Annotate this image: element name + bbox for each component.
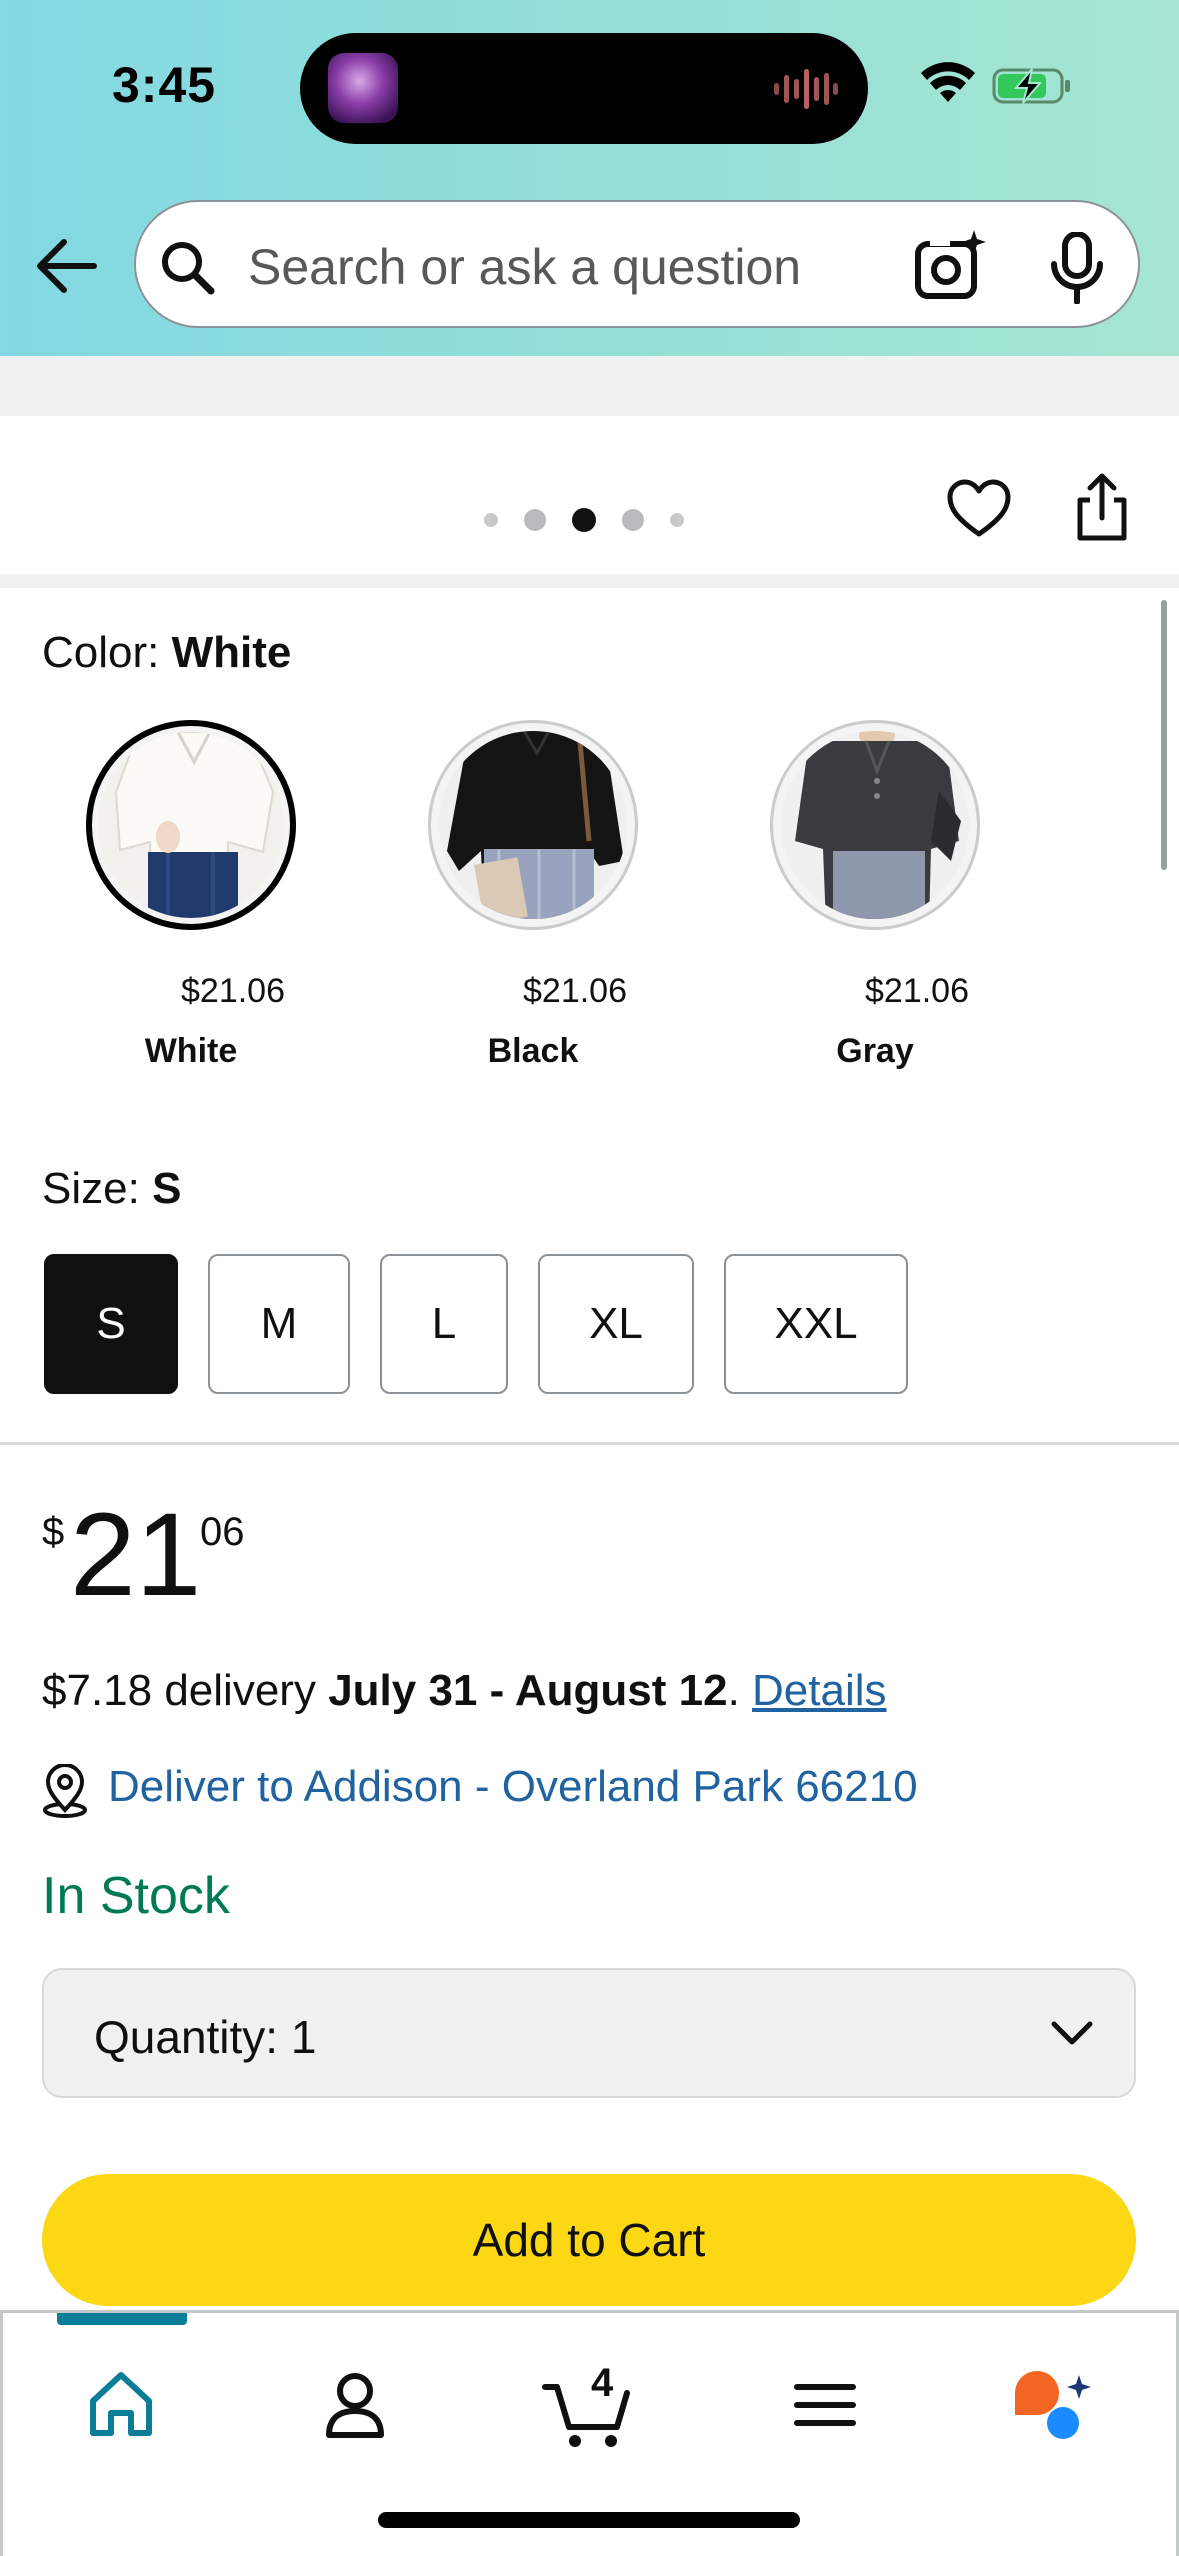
search-input[interactable]: Search or ask a question	[248, 238, 801, 296]
location-pin-icon	[43, 1764, 87, 1818]
color-option-name: White	[144, 1032, 238, 1070]
ai-assistant-icon	[1015, 2371, 1091, 2439]
dynamic-island	[300, 33, 868, 144]
stock-status: In Stock	[42, 1867, 230, 1925]
price-whole: 21	[70, 1489, 202, 1621]
size-selected-value: S	[152, 1164, 182, 1213]
status-time: 3:45	[112, 57, 217, 113]
search-icon	[162, 242, 215, 295]
quantity-label-text: Quantity:	[94, 2011, 279, 2063]
battery-charging-icon	[992, 68, 1070, 104]
back-arrow-icon[interactable]	[34, 236, 98, 296]
delivery-info: $7.18 delivery July 31 - August 12. Deta…	[42, 1666, 887, 1716]
tab-cart[interactable]: 4	[539, 2353, 639, 2453]
size-option-s[interactable]: S	[44, 1254, 178, 1394]
deliver-to-location-link[interactable]: Deliver to Addison - Overland Park 66210	[108, 1762, 918, 1812]
price-currency-symbol: $	[42, 1510, 65, 1554]
chevron-down-icon	[1051, 2021, 1093, 2045]
person-icon	[326, 2373, 384, 2438]
share-icon[interactable]	[1072, 472, 1132, 542]
quantity-selector[interactable]: Quantity: 1	[42, 1968, 1136, 2098]
home-icon	[90, 2372, 152, 2436]
delivery-details-link[interactable]: Details	[752, 1666, 887, 1715]
black-sweater-thumbnail	[439, 731, 627, 919]
gray-sweater-thumbnail	[781, 731, 969, 919]
image-gallery-controls	[0, 416, 1179, 574]
wishlist-heart-icon[interactable]	[946, 478, 1012, 540]
active-tab-indicator	[57, 2313, 187, 2325]
size-option-m[interactable]: M	[208, 1254, 350, 1394]
tab-home[interactable]	[71, 2353, 171, 2453]
cart-icon	[542, 2384, 630, 2447]
size-option-l[interactable]: L	[380, 1254, 508, 1394]
color-swatch-image[interactable]	[428, 720, 638, 930]
delivery-fee: $7.18 delivery	[42, 1666, 316, 1715]
quantity-value: 1	[290, 2011, 317, 2063]
size-label: Size: S	[42, 1164, 181, 1214]
carousel-dot[interactable]	[670, 513, 684, 527]
size-option-xxl[interactable]: XXL	[724, 1254, 908, 1394]
white-sweater-thumbnail	[98, 732, 284, 918]
audio-waveform-icon	[774, 69, 838, 109]
section-divider	[0, 1442, 1179, 1445]
wifi-icon	[921, 62, 975, 102]
price-fraction: 06	[200, 1510, 245, 1554]
carousel-dot[interactable]	[622, 509, 644, 531]
scrollbar[interactable]	[1161, 600, 1167, 870]
color-label-text: Color:	[42, 628, 160, 677]
carousel-dot[interactable]	[524, 509, 546, 531]
add-to-cart-button[interactable]: Add to Cart	[42, 2174, 1136, 2306]
microphone-icon[interactable]	[1048, 232, 1106, 304]
carousel-dots	[484, 504, 710, 536]
size-option-xl[interactable]: XL	[538, 1254, 694, 1394]
camera-search-icon[interactable]	[914, 228, 988, 302]
color-option-name: Black	[487, 1032, 579, 1070]
search-bar[interactable]: Search or ask a question	[134, 200, 1140, 328]
section-divider	[0, 574, 1179, 588]
carousel-dot-active[interactable]	[572, 508, 596, 532]
color-swatch-image[interactable]	[86, 720, 296, 930]
tab-rufus-assistant[interactable]	[1007, 2353, 1107, 2453]
color-swatch-image[interactable]	[770, 720, 980, 930]
color-option-name: Gray	[836, 1032, 914, 1070]
quantity-label: Quantity: 1	[94, 2010, 316, 2064]
now-playing-artwork	[328, 53, 398, 123]
color-label: Color: White	[42, 628, 291, 678]
carousel-dot[interactable]	[484, 513, 498, 527]
home-indicator[interactable]	[378, 2512, 800, 2528]
app-header: 3:45 Search or ask a question	[0, 0, 1179, 356]
delivery-dates: July 31 - August 12	[328, 1666, 728, 1715]
tab-menu[interactable]	[775, 2353, 875, 2453]
hamburger-menu-icon	[794, 2384, 856, 2426]
tab-account[interactable]	[305, 2353, 405, 2453]
image-area-edge	[0, 356, 1179, 416]
delivery-punctuation: .	[727, 1666, 740, 1715]
cart-count-badge: 4	[591, 2361, 614, 2405]
color-selected-value: White	[171, 628, 292, 677]
size-label-text: Size:	[42, 1164, 140, 1213]
